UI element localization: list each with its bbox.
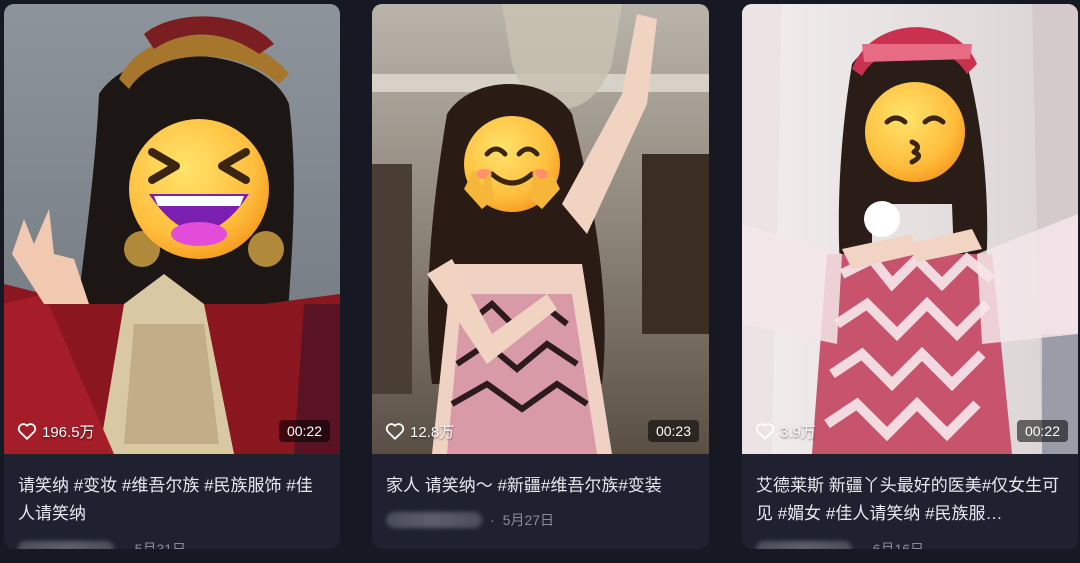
hugging-face-emoji <box>464 116 560 212</box>
thumbnail-image <box>4 4 340 454</box>
publish-date: 5月31日 <box>134 541 187 549</box>
thumbnail-image <box>372 4 709 454</box>
thumbnail-image <box>742 4 1078 454</box>
duration-badge: 00:23 <box>647 420 699 442</box>
publish-date: 6月16日 <box>872 541 925 549</box>
like-count: 196.5万 <box>16 419 95 443</box>
meta-separator: · <box>490 512 495 528</box>
video-title[interactable]: 艾德莱斯 新疆丫头最好的医美#仅女生可见 #媚女 #佳人请笑纳 #民族服… <box>756 472 1064 528</box>
duration-badge: 00:22 <box>1016 420 1068 442</box>
blurred-author-name[interactable] <box>756 541 852 549</box>
video-card[interactable]: 3.9万 00:22 艾德莱斯 新疆丫头最好的医美#仅女生可见 #媚女 #佳人请… <box>742 4 1078 549</box>
blurred-author-name[interactable] <box>386 512 482 528</box>
heart-icon <box>755 423 775 440</box>
video-thumbnail[interactable] <box>742 4 1078 454</box>
video-title[interactable]: 家人 请笑纳～ #新疆#维吾尔族#变装 <box>386 472 695 500</box>
video-thumbnail[interactable] <box>372 4 709 454</box>
like-count-text: 12.8万 <box>410 423 455 441</box>
video-card[interactable]: 12.8万 00:23 家人 请笑纳～ #新疆#维吾尔族#变装 · 5月27日 <box>372 4 709 549</box>
video-grid: 196.5万 00:22 请笑纳 #变妆 #维吾尔族 #民族服饰 #佳人请笑纳 … <box>0 0 1080 563</box>
video-meta: · 5月31日 <box>18 539 186 549</box>
grinning-squinting-emoji <box>129 119 269 259</box>
video-card[interactable]: 196.5万 00:22 请笑纳 #变妆 #维吾尔族 #民族服饰 #佳人请笑纳 … <box>4 4 340 549</box>
blurred-author-name[interactable] <box>18 541 114 549</box>
video-meta: · 5月27日 <box>386 510 554 530</box>
like-count-text: 196.5万 <box>42 423 95 441</box>
heart-icon <box>17 423 37 440</box>
meta-separator: · <box>860 541 865 549</box>
like-count: 3.9万 <box>754 419 816 443</box>
publish-date: 5月27日 <box>502 512 555 528</box>
like-count: 12.8万 <box>384 419 454 443</box>
video-thumbnail[interactable] <box>4 4 340 454</box>
duration-badge: 00:22 <box>278 420 330 442</box>
video-title[interactable]: 请笑纳 #变妆 #维吾尔族 #民族服饰 #佳人请笑纳 <box>18 472 326 528</box>
meta-separator: · <box>122 541 127 549</box>
video-meta: · 6月16日 <box>756 539 924 549</box>
like-count-text: 3.9万 <box>780 423 816 441</box>
kissing-closed-eyes-emoji <box>865 82 965 182</box>
heart-icon <box>385 423 405 440</box>
